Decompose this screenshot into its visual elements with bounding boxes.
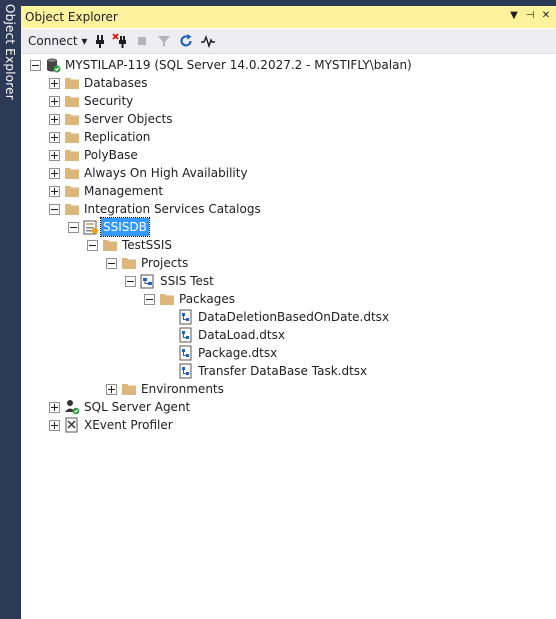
management-label: Management <box>84 184 164 198</box>
panel-title: Object Explorer <box>25 10 118 24</box>
sql-agent-label: SQL Server Agent <box>84 400 191 414</box>
ssis-project-icon <box>140 274 154 289</box>
polybase-label: PolyBase <box>84 148 138 162</box>
window-position-dropdown-icon[interactable]: ▼ <box>507 9 521 23</box>
folder-icon <box>65 186 79 197</box>
expand-toggle[interactable] <box>49 186 60 197</box>
collapse-toggle[interactable] <box>87 240 98 251</box>
folder-icon <box>65 132 79 143</box>
disconnect-icon[interactable] <box>112 33 128 49</box>
close-icon[interactable]: ✕ <box>539 9 553 23</box>
collapse-toggle[interactable] <box>49 204 60 215</box>
auto-hide-pin-icon[interactable]: ⊣ <box>523 9 537 23</box>
folder-icon <box>160 294 174 305</box>
server-objects-label: Server Objects <box>84 112 173 126</box>
collapse-toggle[interactable] <box>106 258 117 269</box>
expand-toggle[interactable] <box>49 402 60 413</box>
expand-toggle[interactable] <box>49 150 60 161</box>
folder-icon <box>65 78 79 89</box>
explorer-toolbar: Connect ▾ <box>21 29 556 54</box>
folder-icon <box>65 168 79 179</box>
expand-toggle[interactable] <box>49 96 60 107</box>
server-label: MYSTILAP-119 (SQL Server 14.0.2027.2 - M… <box>65 58 412 72</box>
testssis-label: TestSSIS <box>122 238 173 252</box>
expand-toggle[interactable] <box>49 114 60 125</box>
isc-label: Integration Services Catalogs <box>84 202 261 216</box>
expand-toggle[interactable] <box>49 132 60 143</box>
folder-icon <box>65 204 79 215</box>
ssis-package-icon <box>179 327 192 343</box>
stop-icon[interactable] <box>134 33 150 49</box>
package-label: Package.dtsx <box>198 346 278 360</box>
panel-titlebar: Object Explorer ▼ ⊣ ✕ <box>21 6 556 28</box>
collapse-toggle[interactable] <box>125 276 136 287</box>
folder-icon <box>122 384 136 395</box>
collapse-toggle[interactable] <box>144 294 155 305</box>
xevent-profiler-icon <box>65 417 78 433</box>
environments-label: Environments <box>141 382 224 396</box>
always-on-label: Always On High Availability <box>84 166 248 180</box>
security-label: Security <box>84 94 134 108</box>
server-database-icon <box>47 58 61 73</box>
ssis-catalog-icon <box>83 220 98 235</box>
expand-toggle[interactable] <box>49 78 60 89</box>
connect-dropdown-button[interactable]: Connect ▾ <box>28 34 87 48</box>
ssis-package-icon <box>179 309 192 325</box>
expand-toggle[interactable] <box>106 384 117 395</box>
folder-icon <box>65 114 79 125</box>
collapse-toggle[interactable] <box>68 222 79 233</box>
projects-label: Projects <box>141 256 189 270</box>
databases-label: Databases <box>84 76 148 90</box>
activity-monitor-icon[interactable] <box>200 33 216 49</box>
ssisdb-label: SSISDB <box>100 217 150 237</box>
object-explorer-window: Object Explorer ▼ ⊣ ✕ Connect ▾ MYSTILAP… <box>21 6 556 619</box>
side-tab-label: Object Explorer <box>3 4 17 100</box>
replication-label: Replication <box>84 130 151 144</box>
expand-toggle[interactable] <box>49 168 60 179</box>
package-label: Transfer DataBase Task.dtsx <box>198 364 368 378</box>
folder-icon <box>65 150 79 161</box>
ssis-package-icon <box>179 363 192 379</box>
package-label: DataDeletionBasedOnDate.dtsx <box>198 310 390 324</box>
collapse-toggle[interactable] <box>30 60 41 71</box>
packages-label: Packages <box>179 292 235 306</box>
object-explorer-tree: MYSTILAP-119 (SQL Server 14.0.2027.2 - M… <box>21 54 556 619</box>
package-label: DataLoad.dtsx <box>198 328 285 342</box>
ssis-package-icon <box>179 345 192 361</box>
xevent-label: XEvent Profiler <box>84 418 173 432</box>
folder-icon <box>65 96 79 107</box>
object-explorer-side-tab[interactable]: Object Explorer <box>0 0 21 619</box>
filter-icon[interactable] <box>156 33 172 49</box>
refresh-icon[interactable] <box>178 33 194 49</box>
sql-agent-icon <box>65 400 80 415</box>
folder-icon <box>103 240 117 251</box>
folder-icon <box>122 258 136 269</box>
connect-plug-icon[interactable] <box>92 33 108 49</box>
ssis-test-label: SSIS Test <box>160 274 214 288</box>
expand-toggle[interactable] <box>49 420 60 431</box>
